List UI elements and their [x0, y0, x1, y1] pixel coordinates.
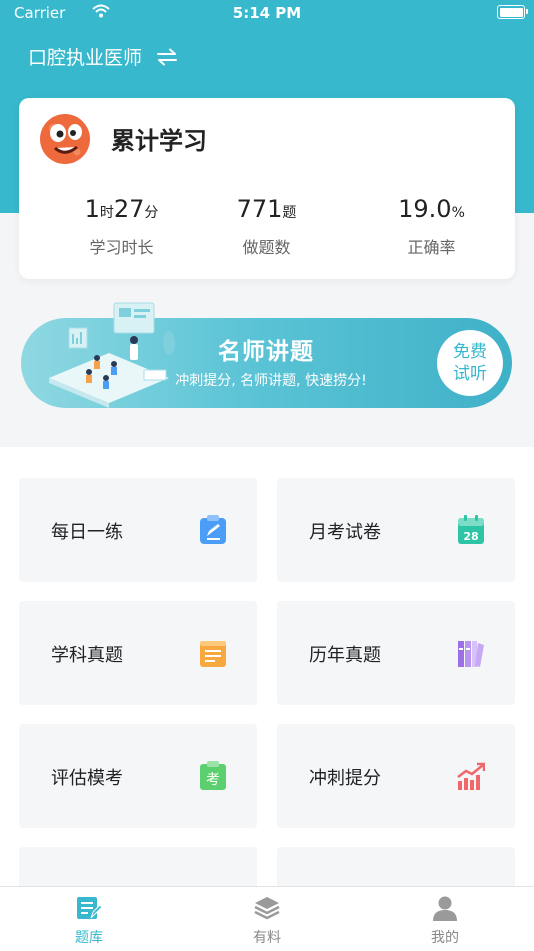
notepad-icon	[200, 641, 226, 667]
tile-label: 学科真题	[51, 645, 123, 666]
study-stats-card: 累计学习 1时27分 学习时长 771题 做题数 19.0% 正确率	[19, 98, 515, 279]
study-time-stat: 1时27分 学习时长	[39, 196, 204, 258]
user-icon	[433, 896, 457, 921]
tab-label: 有料	[253, 930, 281, 946]
tile-daily-practice[interactable]: 每日一练	[19, 478, 257, 582]
question-bank-icon	[77, 897, 102, 919]
tile-mock-exam[interactable]: 评估模考 考	[19, 724, 257, 828]
questions-done-stat: 771题 做题数	[184, 196, 349, 258]
avatar[interactable]	[37, 110, 93, 166]
status-bar: Carrier 5:14 PM	[0, 0, 534, 26]
tile-label: 冲刺提分	[309, 768, 381, 789]
battery-icon	[497, 5, 528, 19]
svg-text:考: 考	[206, 772, 220, 788]
tile-sprint-boost[interactable]: 冲刺提分	[277, 724, 515, 828]
tab-content[interactable]: 有料	[178, 887, 356, 951]
tile-label: 评估模考	[51, 768, 123, 789]
exam-icon: 考	[200, 761, 226, 790]
tab-profile[interactable]: 我的	[356, 887, 534, 951]
calendar-28-icon: 28	[458, 515, 484, 544]
card-title: 累计学习	[111, 127, 207, 155]
clock: 5:14 PM	[232, 4, 302, 22]
tab-question-bank[interactable]: 题库	[0, 887, 178, 951]
swap-icon	[157, 48, 178, 65]
edit-note-icon	[200, 515, 226, 544]
free-trial-line1: 免费	[453, 342, 487, 362]
tile-label: 月考试卷	[309, 522, 381, 543]
banner-title: 名师讲题	[218, 339, 314, 365]
layers-icon	[254, 897, 280, 920]
banner-subtitle: 冲刺提分, 名师讲题, 快速捞分!	[175, 373, 367, 389]
accuracy-value: 19.0%	[398, 195, 465, 223]
subject-switcher[interactable]: 口腔执业医师	[28, 43, 178, 70]
study-time-label: 学习时长	[89, 238, 154, 257]
tile-past-exams[interactable]: 历年真题	[277, 601, 515, 705]
svg-text:28: 28	[463, 530, 478, 543]
teacher-lecture-banner[interactable]: 名师讲题 冲刺提分, 名师讲题, 快速捞分! 免费 试听	[21, 302, 512, 408]
tab-label: 题库	[75, 930, 103, 946]
tile-monthly-exam[interactable]: 月考试卷 28	[277, 478, 515, 582]
questions-done-label: 做题数	[242, 238, 291, 257]
tile-label: 历年真题	[309, 645, 381, 666]
trend-chart-icon	[457, 762, 485, 790]
tab-bar: 题库 有料 我的	[0, 886, 534, 951]
tile-subject-questions[interactable]: 学科真题	[19, 601, 257, 705]
accuracy-stat: 19.0% 正确率	[349, 196, 514, 258]
tile-label: 每日一练	[51, 522, 123, 543]
subject-name: 口腔执业医师	[28, 47, 143, 69]
accuracy-label: 正确率	[407, 238, 456, 257]
study-time-value: 1时27分	[84, 195, 159, 223]
questions-done-value: 771题	[236, 195, 297, 223]
tab-label: 我的	[431, 930, 459, 946]
free-trial-button[interactable]: 免费 试听	[437, 330, 503, 396]
free-trial-line2: 试听	[453, 364, 487, 384]
books-icon	[458, 641, 484, 667]
